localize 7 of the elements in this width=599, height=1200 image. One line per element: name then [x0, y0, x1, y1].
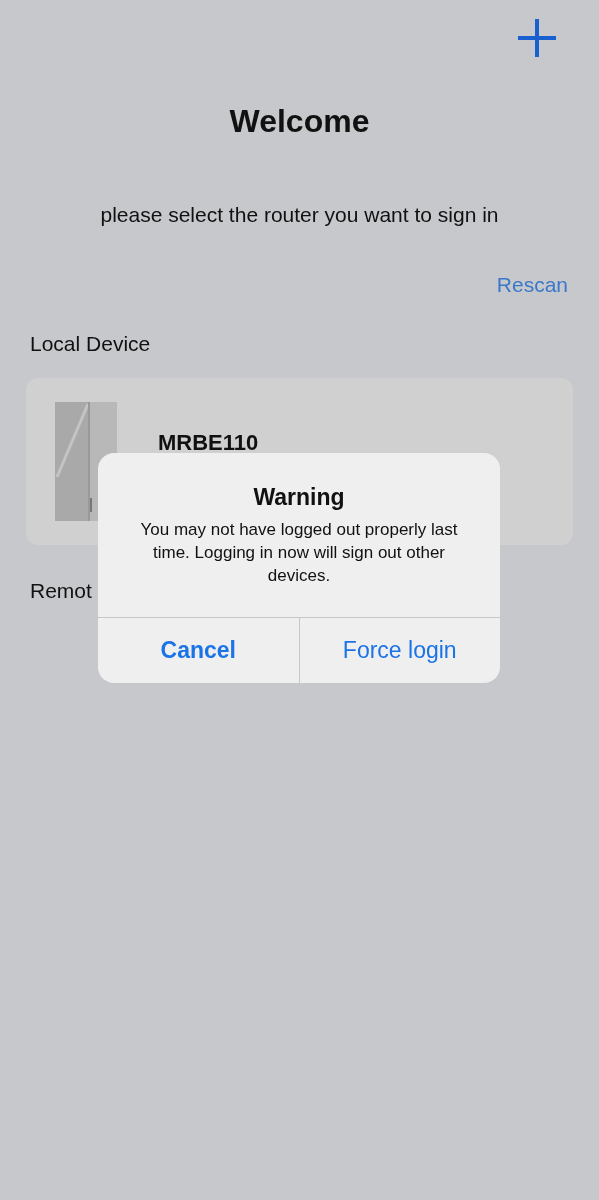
- section-label: Remot: [30, 578, 92, 602]
- page-title: Welcome: [229, 105, 370, 137]
- subtitle: please select the router you want to sign in: [100, 202, 499, 228]
- dialog-message: You may not have logged out properly last time. Logging in now will sign out other devices.: [139, 518, 459, 587]
- dialog-title: Warning: [253, 483, 345, 512]
- device-name: MRBE110: [158, 428, 259, 457]
- section-label: Local Device: [30, 332, 151, 355]
